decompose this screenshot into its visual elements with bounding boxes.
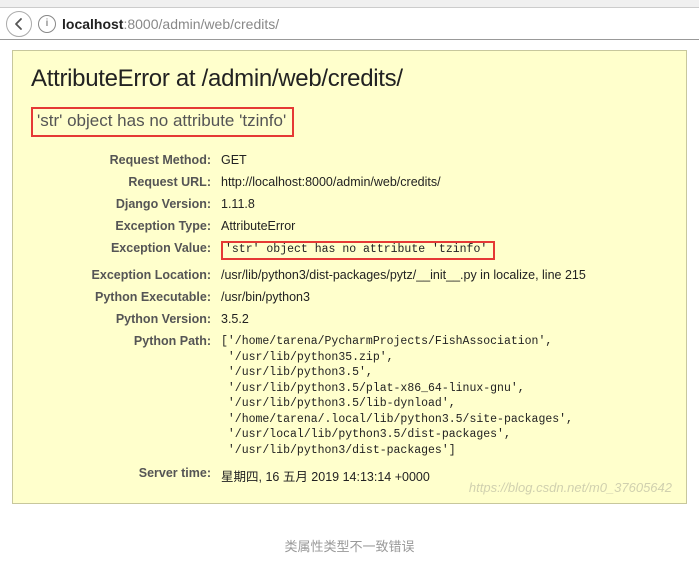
meta-value: 'str' object has no attribute 'tzinfo' xyxy=(221,237,668,264)
meta-label: Exception Location: xyxy=(31,264,221,286)
image-caption: 类属性类型不一致错误 xyxy=(0,522,699,561)
address-bar: i localhost:8000/admin/web/credits/ xyxy=(0,8,699,40)
meta-label: Exception Value: xyxy=(31,237,221,264)
table-row: Python Version: 3.5.2 xyxy=(31,308,668,330)
table-row: Request Method: GET xyxy=(31,149,668,171)
meta-label: Python Path: xyxy=(31,330,221,462)
meta-label: Exception Type: xyxy=(31,215,221,237)
request-meta-table: Request Method: GET Request URL: http://… xyxy=(31,149,668,489)
meta-value: /usr/lib/python3/dist-packages/pytz/__in… xyxy=(221,264,668,286)
error-title: AttributeError at /admin/web/credits/ xyxy=(31,65,668,93)
table-row: Exception Value: 'str' object has no att… xyxy=(31,237,668,264)
exception-value-highlight: 'str' object has no attribute 'tzinfo' xyxy=(221,241,495,260)
meta-value: 星期四, 16 五月 2019 14:13:14 +0000 xyxy=(221,462,668,489)
site-info-icon[interactable]: i xyxy=(38,15,56,33)
url-display[interactable]: localhost:8000/admin/web/credits/ xyxy=(62,16,279,32)
python-path-list: ['/home/tarena/PycharmProjects/FishAssoc… xyxy=(221,334,668,458)
error-message-highlight: 'str' object has no attribute 'tzinfo' xyxy=(31,107,294,137)
meta-value: /usr/bin/python3 xyxy=(221,286,668,308)
meta-value: 3.5.2 xyxy=(221,308,668,330)
meta-label: Python Version: xyxy=(31,308,221,330)
table-row: Exception Type: AttributeError xyxy=(31,215,668,237)
meta-label: Django Version: xyxy=(31,193,221,215)
page-content: AttributeError at /admin/web/credits/ 's… xyxy=(0,40,699,522)
table-row: Python Executable: /usr/bin/python3 xyxy=(31,286,668,308)
meta-label: Request URL: xyxy=(31,171,221,193)
url-path: /admin/web/credits/ xyxy=(159,16,280,32)
table-row: Django Version: 1.11.8 xyxy=(31,193,668,215)
table-row: Exception Location: /usr/lib/python3/dis… xyxy=(31,264,668,286)
meta-value: ['/home/tarena/PycharmProjects/FishAssoc… xyxy=(221,330,668,462)
meta-value: http://localhost:8000/admin/web/credits/ xyxy=(221,171,668,193)
error-summary: AttributeError at /admin/web/credits/ 's… xyxy=(12,50,687,504)
url-port: :8000 xyxy=(123,16,158,32)
meta-value: 1.11.8 xyxy=(221,193,668,215)
back-button[interactable] xyxy=(6,11,32,37)
meta-value: AttributeError xyxy=(221,215,668,237)
table-row: Python Path: ['/home/tarena/PycharmProje… xyxy=(31,330,668,462)
browser-tab-strip xyxy=(0,0,699,8)
meta-value: GET xyxy=(221,149,668,171)
meta-label: Server time: xyxy=(31,462,221,489)
url-host: localhost xyxy=(62,16,123,32)
table-row: Server time: 星期四, 16 五月 2019 14:13:14 +0… xyxy=(31,462,668,489)
arrow-left-icon xyxy=(12,17,26,31)
table-row: Request URL: http://localhost:8000/admin… xyxy=(31,171,668,193)
meta-label: Python Executable: xyxy=(31,286,221,308)
meta-label: Request Method: xyxy=(31,149,221,171)
